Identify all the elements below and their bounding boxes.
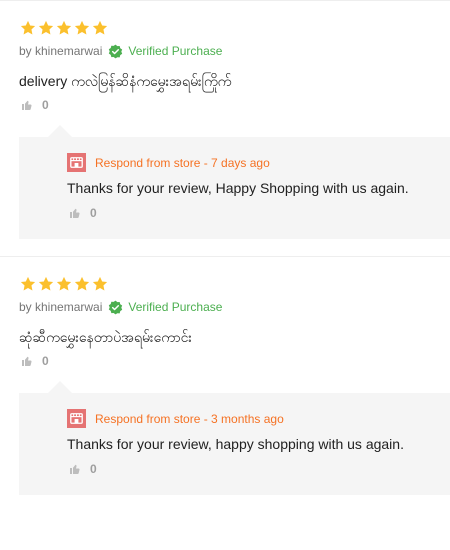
like-count: 0 bbox=[90, 206, 97, 220]
like-count: 0 bbox=[42, 354, 49, 368]
review-divider bbox=[0, 256, 450, 257]
response-like-button[interactable]: 0 bbox=[69, 462, 97, 476]
review-meta: by khinemarwai Verified Purchase bbox=[19, 299, 222, 315]
thumbs-up-icon bbox=[70, 208, 80, 218]
thumbs-up-icon bbox=[22, 100, 32, 110]
store-icon bbox=[67, 409, 86, 428]
like-count: 0 bbox=[42, 98, 49, 112]
review-content: ဆုံဆီကမွှေးနေတာပဲအရမ်းကောင်း bbox=[19, 329, 192, 345]
verified-check-icon bbox=[109, 44, 123, 58]
response-caret bbox=[48, 125, 72, 137]
star-icon bbox=[38, 276, 54, 291]
star-icon bbox=[38, 20, 54, 35]
star-icon bbox=[92, 20, 108, 35]
response-caret bbox=[48, 381, 72, 393]
star-icon bbox=[20, 20, 36, 35]
thumbs-up-icon bbox=[22, 356, 32, 366]
rating-stars bbox=[19, 275, 109, 293]
review-like-button[interactable]: 0 bbox=[21, 98, 49, 112]
review-content: delivery ကလဲမြန်ဆိနံကမွှေးအရမ်းကြိုက် bbox=[19, 73, 232, 89]
verified-purchase-label: Verified Purchase bbox=[128, 300, 223, 314]
thumbs-up-icon bbox=[70, 464, 80, 474]
response-text: Thanks for your review, Happy Shopping w… bbox=[67, 180, 409, 196]
star-icon bbox=[74, 20, 90, 35]
like-count: 0 bbox=[90, 462, 97, 476]
verified-check-icon bbox=[109, 300, 123, 314]
store-icon bbox=[67, 153, 86, 172]
star-icon bbox=[74, 276, 90, 291]
star-icon bbox=[92, 276, 108, 291]
review-meta: by khinemarwai Verified Purchase bbox=[19, 43, 222, 59]
top-divider bbox=[0, 0, 450, 1]
review-author: by khinemarwai bbox=[19, 44, 103, 58]
star-icon bbox=[20, 276, 36, 291]
store-response: Respond from store - 7 days ago Thanks f… bbox=[19, 125, 450, 239]
review-like-button[interactable]: 0 bbox=[21, 354, 49, 368]
verified-purchase-label: Verified Purchase bbox=[128, 44, 223, 58]
star-icon bbox=[56, 20, 72, 35]
response-like-button[interactable]: 0 bbox=[69, 206, 97, 220]
rating-stars bbox=[19, 19, 109, 37]
review-author: by khinemarwai bbox=[19, 300, 103, 314]
response-label: Respond from store - 7 days ago bbox=[95, 156, 270, 170]
star-icon bbox=[56, 276, 72, 291]
response-label: Respond from store - 3 months ago bbox=[95, 412, 284, 426]
store-response: Respond from store - 3 months ago Thanks… bbox=[19, 381, 450, 495]
response-text: Thanks for your review, happy shopping w… bbox=[67, 436, 404, 452]
